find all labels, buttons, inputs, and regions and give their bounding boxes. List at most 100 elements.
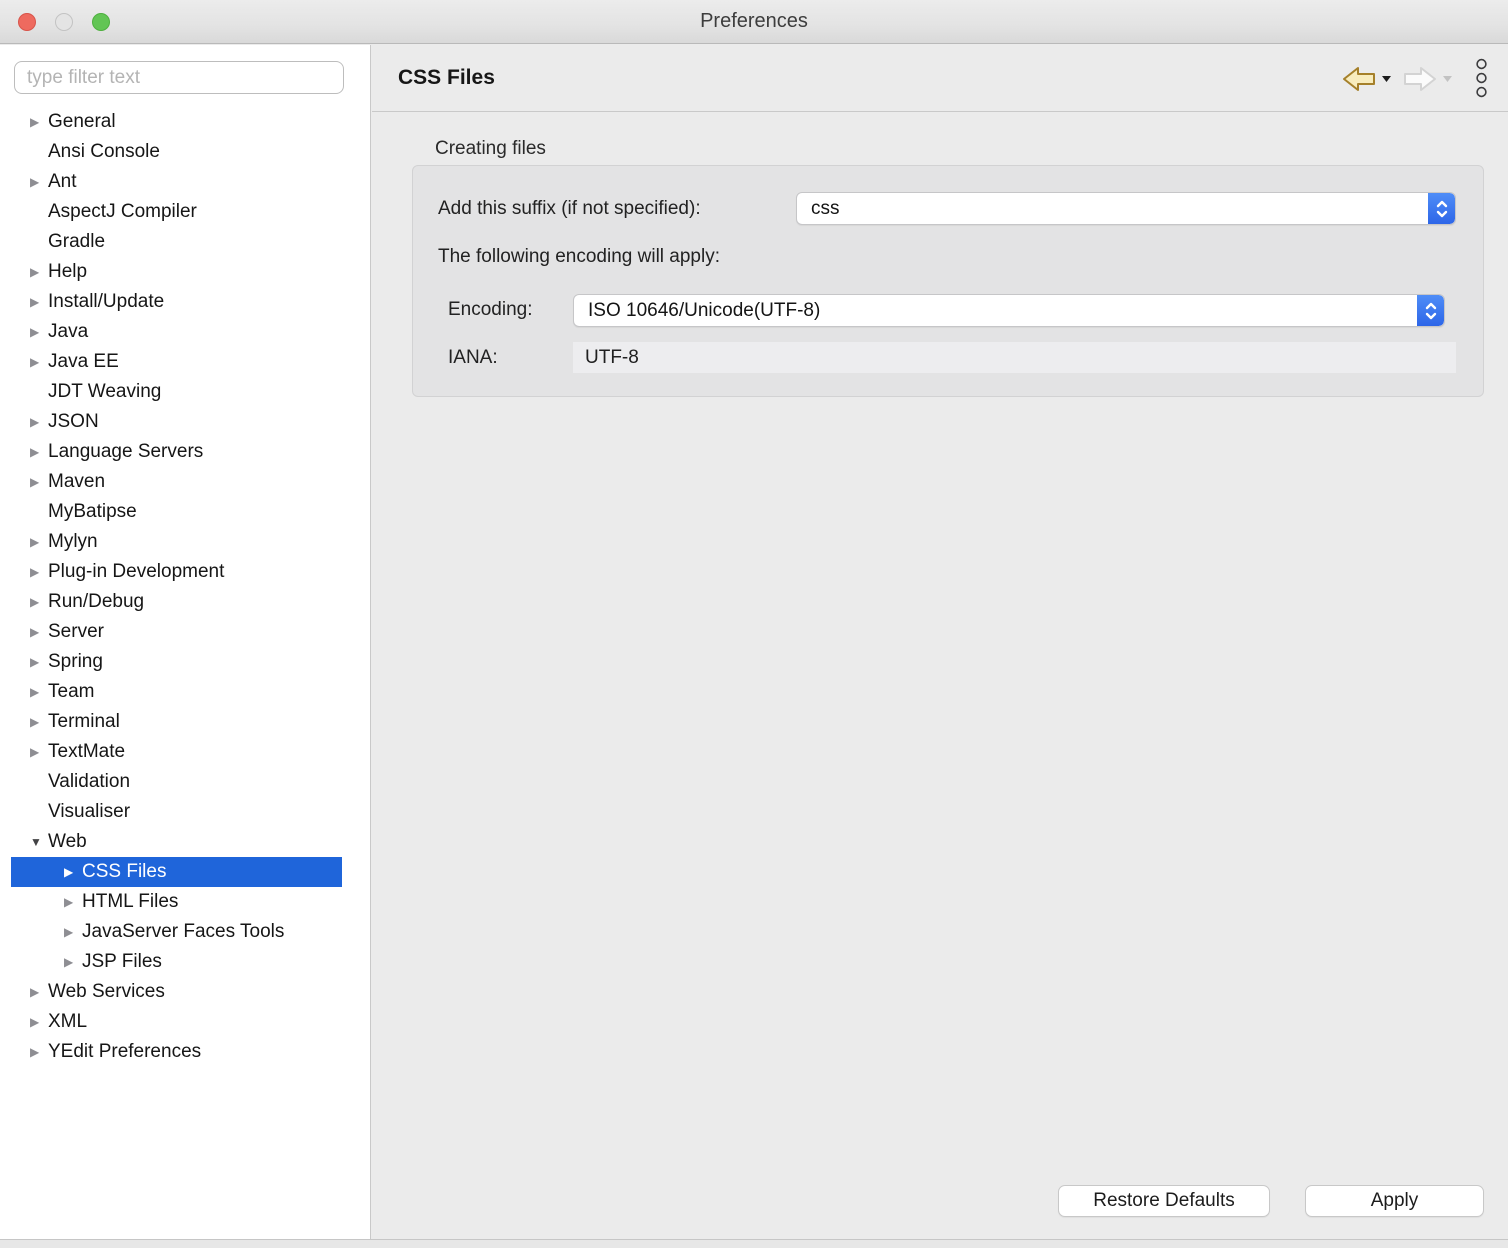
close-button[interactable] <box>18 13 36 31</box>
tree-item-label: XML <box>48 1011 88 1032</box>
chevron-right-icon[interactable]: ▶ <box>30 325 48 339</box>
chevron-right-icon[interactable]: ▶ <box>30 1045 48 1059</box>
panel-header: CSS Files <box>372 45 1508 112</box>
chevron-right-icon[interactable]: ▶ <box>30 745 48 759</box>
view-menu-button[interactable] <box>1475 58 1488 99</box>
tree-item-label: Validation <box>48 771 131 792</box>
combo-stepper-icon[interactable] <box>1417 295 1444 326</box>
tree-item-jsp-files[interactable]: ▶ JSP Files <box>11 947 342 977</box>
traffic-lights <box>18 13 110 31</box>
tree-item-mybatipse[interactable]: MyBatipse <box>11 497 342 527</box>
title-bar: Preferences <box>0 0 1508 44</box>
tree-item-plug-in-development[interactable]: ▶ Plug-in Development <box>11 557 342 587</box>
tree-item-textmate[interactable]: ▶ TextMate <box>11 737 342 767</box>
tree-item-aspectj-compiler[interactable]: AspectJ Compiler <box>11 197 342 227</box>
chevron-right-icon[interactable]: ▶ <box>64 925 82 939</box>
tree-item-label: Ant <box>48 171 77 192</box>
chevron-right-icon[interactable]: ▶ <box>64 895 82 909</box>
tree-item-language-servers[interactable]: ▶ Language Servers <box>11 437 342 467</box>
suffix-combo[interactable]: css <box>796 192 1456 225</box>
tree-item-javaserver-faces-tools[interactable]: ▶ JavaServer Faces Tools <box>11 917 342 947</box>
tree-item-label: Web <box>48 831 87 852</box>
tree-item-help[interactable]: ▶ Help <box>11 257 342 287</box>
tree-item-label: Web Services <box>48 981 165 1002</box>
tree-item-label: Gradle <box>48 231 106 252</box>
restore-defaults-button[interactable]: Restore Defaults <box>1058 1185 1270 1217</box>
chevron-right-icon[interactable]: ▶ <box>30 475 48 489</box>
zoom-button[interactable] <box>92 13 110 31</box>
tree-item-terminal[interactable]: ▶ Terminal <box>11 707 342 737</box>
combo-stepper-icon[interactable] <box>1428 193 1455 224</box>
encoding-combo-value: ISO 10646/Unicode(UTF-8) <box>588 299 821 321</box>
tree-item-label: JSON <box>48 411 99 432</box>
tree-item-spring[interactable]: ▶ Spring <box>11 647 342 677</box>
tree-item-maven[interactable]: ▶ Maven <box>11 467 342 497</box>
tree-item-team[interactable]: ▶ Team <box>11 677 342 707</box>
chevron-right-icon[interactable]: ▶ <box>30 655 48 669</box>
window-title: Preferences <box>700 10 808 32</box>
tree-item-css-files[interactable]: ▶ CSS Files <box>11 857 342 887</box>
tree-item-run-debug[interactable]: ▶ Run/Debug <box>11 587 342 617</box>
forward-history-caret-icon <box>1443 75 1452 82</box>
tree-item-label: MyBatipse <box>48 501 137 522</box>
chevron-right-icon[interactable]: ▶ <box>30 1015 48 1029</box>
chevron-right-icon[interactable]: ▶ <box>30 445 48 459</box>
filter-input[interactable] <box>14 61 344 94</box>
tree-item-install-update[interactable]: ▶ Install/Update <box>11 287 342 317</box>
tree-item-gradle[interactable]: Gradle <box>11 227 342 257</box>
chevron-down-icon[interactable]: ▼ <box>30 835 48 849</box>
tree-item-label: Mylyn <box>48 531 98 552</box>
tree-item-ansi-console[interactable]: Ansi Console <box>11 137 342 167</box>
tree-item-label: Spring <box>48 651 103 672</box>
chevron-right-icon[interactable]: ▶ <box>64 865 82 879</box>
chevron-right-icon[interactable]: ▶ <box>30 595 48 609</box>
chevron-right-icon[interactable]: ▶ <box>30 535 48 549</box>
tree-item-label: JavaServer Faces Tools <box>82 921 285 942</box>
chevron-right-icon[interactable]: ▶ <box>30 265 48 279</box>
tree-item-web[interactable]: ▼ Web <box>11 827 342 857</box>
tree-item-label: Language Servers <box>48 441 204 462</box>
tree-item-label: YEdit Preferences <box>48 1041 202 1062</box>
suffix-label: Add this suffix (if not specified): <box>438 198 701 219</box>
suffix-combo-value: css <box>811 197 840 219</box>
chevron-right-icon[interactable]: ▶ <box>30 355 48 369</box>
chevron-right-icon[interactable]: ▶ <box>30 115 48 129</box>
tree-item-yedit-preferences[interactable]: ▶ YEdit Preferences <box>11 1037 342 1067</box>
main-panel: CSS Files Creating files Add this suffix… <box>372 45 1508 1239</box>
tree-item-jdt-weaving[interactable]: JDT Weaving <box>11 377 342 407</box>
tree-item-java-ee[interactable]: ▶ Java EE <box>11 347 342 377</box>
window-bottom-edge <box>0 1239 1508 1248</box>
chevron-right-icon[interactable]: ▶ <box>30 565 48 579</box>
chevron-right-icon[interactable]: ▶ <box>30 295 48 309</box>
chevron-right-icon[interactable]: ▶ <box>30 175 48 189</box>
back-button[interactable] <box>1339 62 1394 96</box>
chevron-right-icon[interactable]: ▶ <box>30 625 48 639</box>
chevron-right-icon[interactable]: ▶ <box>64 955 82 969</box>
tree-item-label: General <box>48 111 116 132</box>
tree-item-label: Visualiser <box>48 801 131 822</box>
tree-item-validation[interactable]: Validation <box>11 767 342 797</box>
tree-item-label: Java EE <box>48 351 119 372</box>
tree-item-label: Install/Update <box>48 291 165 312</box>
encoding-combo[interactable]: ISO 10646/Unicode(UTF-8) <box>573 294 1445 327</box>
tree-item-general[interactable]: ▶ General <box>11 107 342 137</box>
tree-item-mylyn[interactable]: ▶ Mylyn <box>11 527 342 557</box>
tree-item-visualiser[interactable]: Visualiser <box>11 797 342 827</box>
forward-button <box>1400 62 1455 96</box>
tree-item-server[interactable]: ▶ Server <box>11 617 342 647</box>
apply-button[interactable]: Apply <box>1305 1185 1484 1217</box>
tree-item-java[interactable]: ▶ Java <box>11 317 342 347</box>
tree-item-json[interactable]: ▶ JSON <box>11 407 342 437</box>
chevron-right-icon[interactable]: ▶ <box>30 685 48 699</box>
chevron-right-icon[interactable]: ▶ <box>30 985 48 999</box>
chevron-right-icon[interactable]: ▶ <box>30 415 48 429</box>
chevron-right-icon[interactable]: ▶ <box>30 715 48 729</box>
tree-item-label: JDT Weaving <box>48 381 162 402</box>
tree-item-label: Help <box>48 261 88 282</box>
tree-item-html-files[interactable]: ▶ HTML Files <box>11 887 342 917</box>
tree-item-web-services[interactable]: ▶ Web Services <box>11 977 342 1007</box>
tree-item-label: HTML Files <box>82 891 179 912</box>
tree-item-ant[interactable]: ▶ Ant <box>11 167 342 197</box>
iana-label: IANA: <box>448 347 498 368</box>
tree-item-xml[interactable]: ▶ XML <box>11 1007 342 1037</box>
